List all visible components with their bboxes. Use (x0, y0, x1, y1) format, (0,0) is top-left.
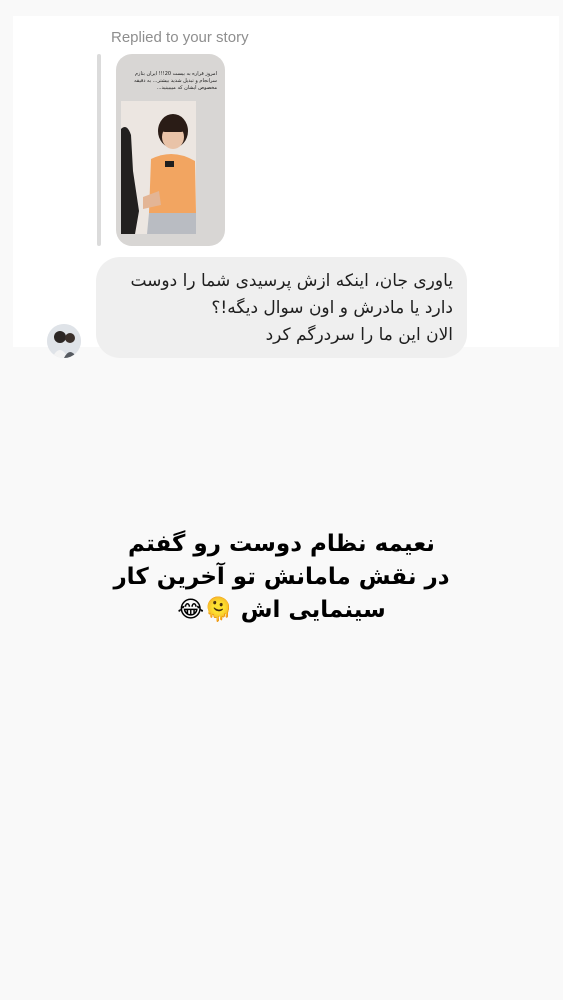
dm-screenshot-card: Replied to your story امروز قراره به بیس… (13, 16, 559, 358)
child-photo-image (121, 101, 196, 234)
caption-line-1: نعیمه نظام دوست رو گفتم (128, 531, 435, 557)
message-bubble[interactable]: یاوری جان، اینکه ازش پرسیدی شما را دوست … (96, 257, 467, 358)
replied-to-story-label: Replied to your story (111, 29, 249, 46)
story-caption-text: امروز قراره به بیست 20!!! ایران بتازم سر… (134, 71, 217, 91)
reply-quote-bar (97, 54, 101, 246)
story-thumbnail[interactable]: امروز قراره به بیست 20!!! ایران بتازم سر… (116, 54, 225, 246)
caption-line-3: سینمایی اش 🫠😂 (177, 597, 386, 623)
message-line-3: الان این ما را سردرگم کرد (265, 325, 453, 345)
story-photo (121, 101, 196, 234)
message-line-1: یاوری جان، اینکه ازش پرسیدی شما را دوست (130, 271, 453, 291)
message-line-2: دارد یا مادرش و اون سوال دیگه!؟ (211, 298, 453, 318)
caption-line-2: در نقش مامانش تو آخرین کار (113, 564, 450, 590)
sender-avatar[interactable] (47, 324, 81, 358)
avatar-image (47, 324, 81, 358)
overlay-caption: نعیمه نظام دوست رو گفتم در نقش مامانش تو… (100, 528, 463, 627)
